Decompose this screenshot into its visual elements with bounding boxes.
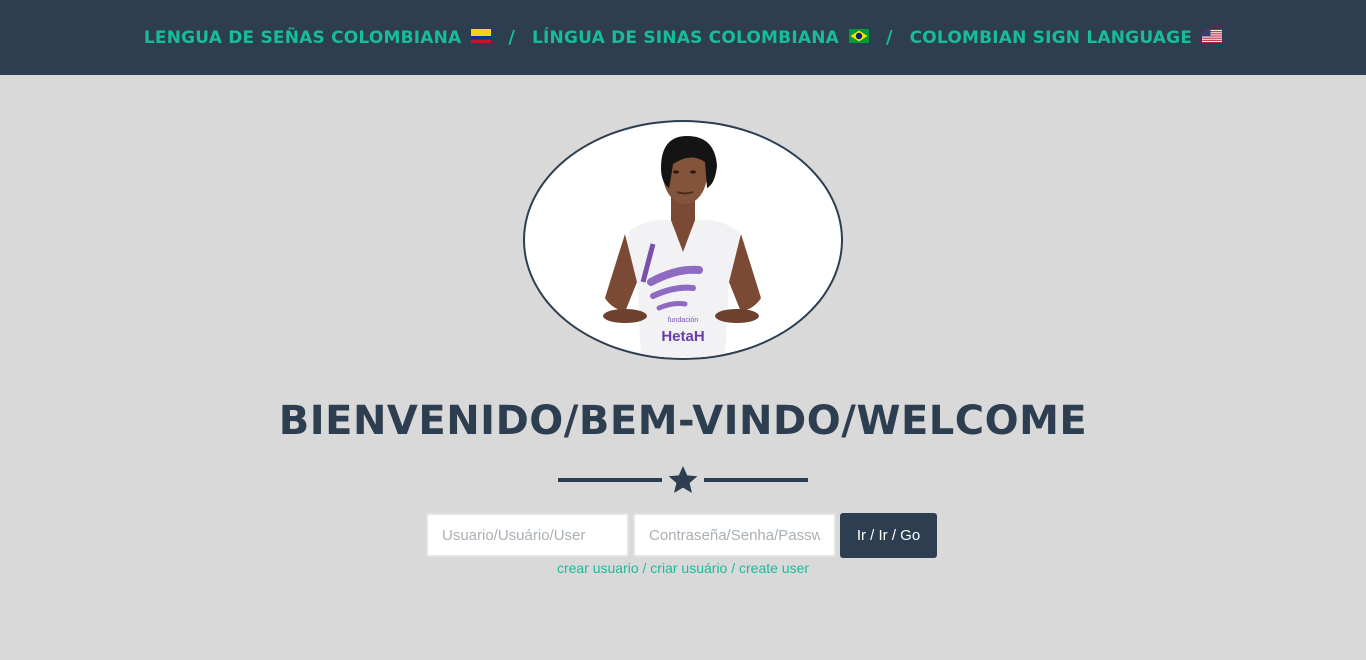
nav-separator: /	[508, 27, 515, 48]
divider-line-right	[704, 478, 808, 482]
usa-flag-icon	[1202, 28, 1223, 48]
shirt-logo-subtext: fundación	[668, 317, 698, 324]
sign-language-avatar: fundación HetaH	[603, 136, 761, 358]
lang-link-english[interactable]: COLOMBIAN SIGN LANGUAGE	[910, 28, 1223, 48]
shirt-logo-text: HetaH	[661, 328, 704, 345]
nav-separator: /	[886, 27, 893, 48]
login-form: Ir / Ir / Go	[426, 513, 937, 558]
create-user-link[interactable]: crear usuario / criar usuário / create u…	[0, 560, 1366, 576]
colombia-flag-icon	[471, 28, 492, 48]
lang-link-spanish-label: LENGUA DE SEÑAS COLOMBIANA	[143, 27, 462, 48]
go-button[interactable]: Ir / Ir / Go	[840, 513, 937, 558]
top-navbar: LENGUA DE SEÑAS COLOMBIANA / LÍNGUA DE S…	[0, 0, 1366, 75]
brazil-flag-icon	[849, 28, 869, 48]
divider-line-left	[558, 478, 662, 482]
star-divider	[558, 464, 808, 496]
lang-link-portuguese[interactable]: LÍNGUA DE SINAS COLOMBIANA	[532, 28, 869, 48]
lang-link-portuguese-label: LÍNGUA DE SINAS COLOMBIANA	[532, 27, 839, 48]
star-icon	[668, 466, 698, 493]
welcome-title: BIENVENIDO/BEM-VINDO/WELCOME	[278, 398, 1088, 444]
language-links: LENGUA DE SEÑAS COLOMBIANA / LÍNGUA DE S…	[0, 0, 1366, 75]
lang-link-spanish[interactable]: LENGUA DE SEÑAS COLOMBIANA	[144, 28, 492, 48]
lang-link-english-label: COLOMBIAN SIGN LANGUAGE	[909, 27, 1193, 48]
password-input[interactable]	[633, 513, 836, 557]
avatar-frame: fundación HetaH	[523, 120, 843, 360]
username-input[interactable]	[426, 513, 629, 557]
